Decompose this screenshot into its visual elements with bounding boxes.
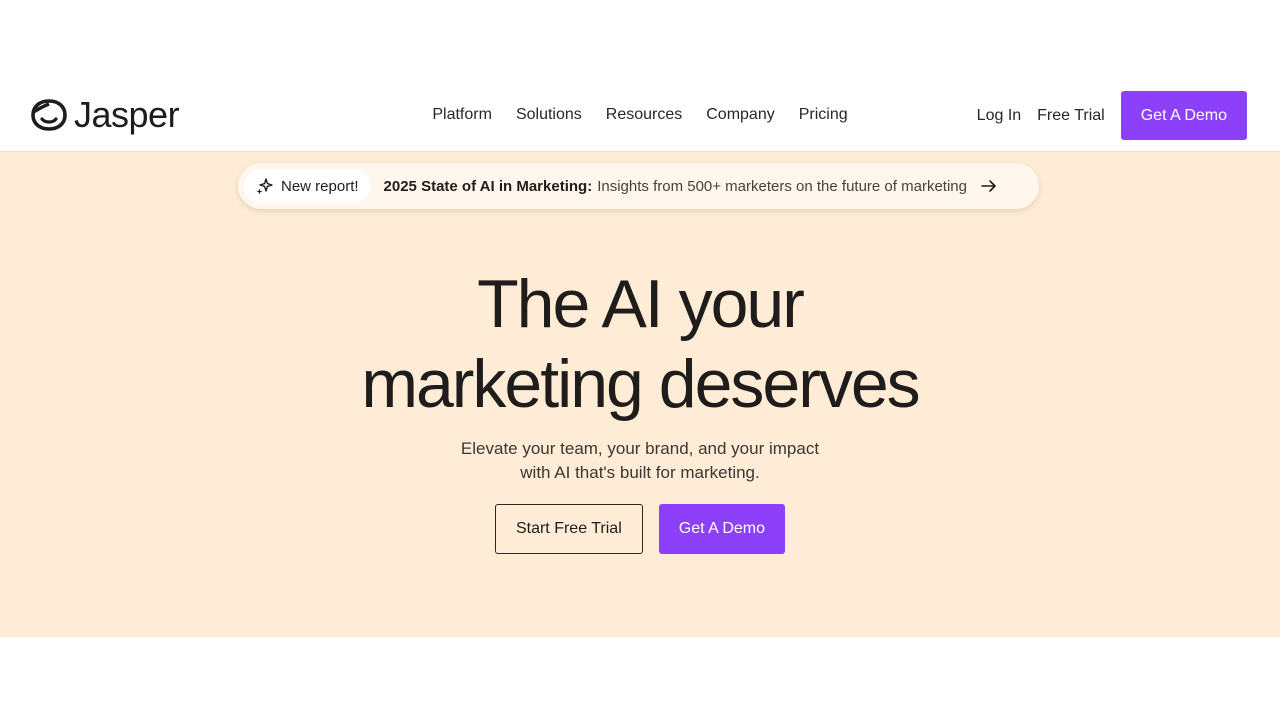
hero-title: The AI your marketing deserves [0, 264, 1280, 424]
start-free-trial-button[interactable]: Start Free Trial [494, 504, 643, 554]
hero-subtitle-line-1: Elevate your team, your brand, and your … [460, 439, 820, 458]
free-trial-link[interactable]: Free Trial [1037, 105, 1105, 127]
new-report-badge: New report! [244, 169, 371, 203]
announcement-headline: 2025 State of AI in Marketing: [383, 177, 593, 195]
hero-section: New report! 2025 State of AI in Marketin… [0, 152, 1280, 637]
hero-title-line-2: marketing deserves [361, 346, 920, 422]
hero-subtitle-line-2: with AI that's built for marketing. [520, 463, 760, 482]
nav-item-solutions[interactable]: Solutions [516, 104, 582, 126]
announcement-detail: Insights from 500+ marketers on the futu… [597, 177, 967, 195]
badge-label: New report! [281, 177, 359, 195]
nav-item-company[interactable]: Company [706, 104, 774, 126]
nav-item-resources[interactable]: Resources [606, 104, 682, 126]
sparkle-icon [256, 177, 273, 194]
get-demo-button-nav[interactable]: Get A Demo [1120, 91, 1247, 140]
jasper-face-icon [31, 99, 67, 131]
get-demo-button-hero[interactable]: Get A Demo [658, 504, 786, 554]
logo[interactable]: Jasper [30, 94, 180, 135]
nav-item-pricing[interactable]: Pricing [799, 104, 848, 126]
announcement-banner[interactable]: New report! 2025 State of AI in Marketin… [238, 163, 1039, 209]
bottom-spacer [0, 637, 1280, 720]
navbar: Jasper Platform Solutions Resources Comp… [0, 78, 1280, 152]
nav-actions: Log In Free Trial Get A Demo [977, 91, 1247, 140]
nav-item-platform[interactable]: Platform [432, 104, 492, 126]
arrow-right-icon [981, 179, 997, 193]
hero-cta-row: Start Free Trial Get A Demo [0, 504, 1280, 554]
login-link[interactable]: Log In [977, 105, 1021, 127]
top-spacer [0, 0, 1280, 78]
hero-title-line-1: The AI your [477, 266, 805, 342]
brand-name: Jasper [74, 94, 180, 135]
hero-subtitle: Elevate your team, your brand, and your … [0, 437, 1280, 485]
